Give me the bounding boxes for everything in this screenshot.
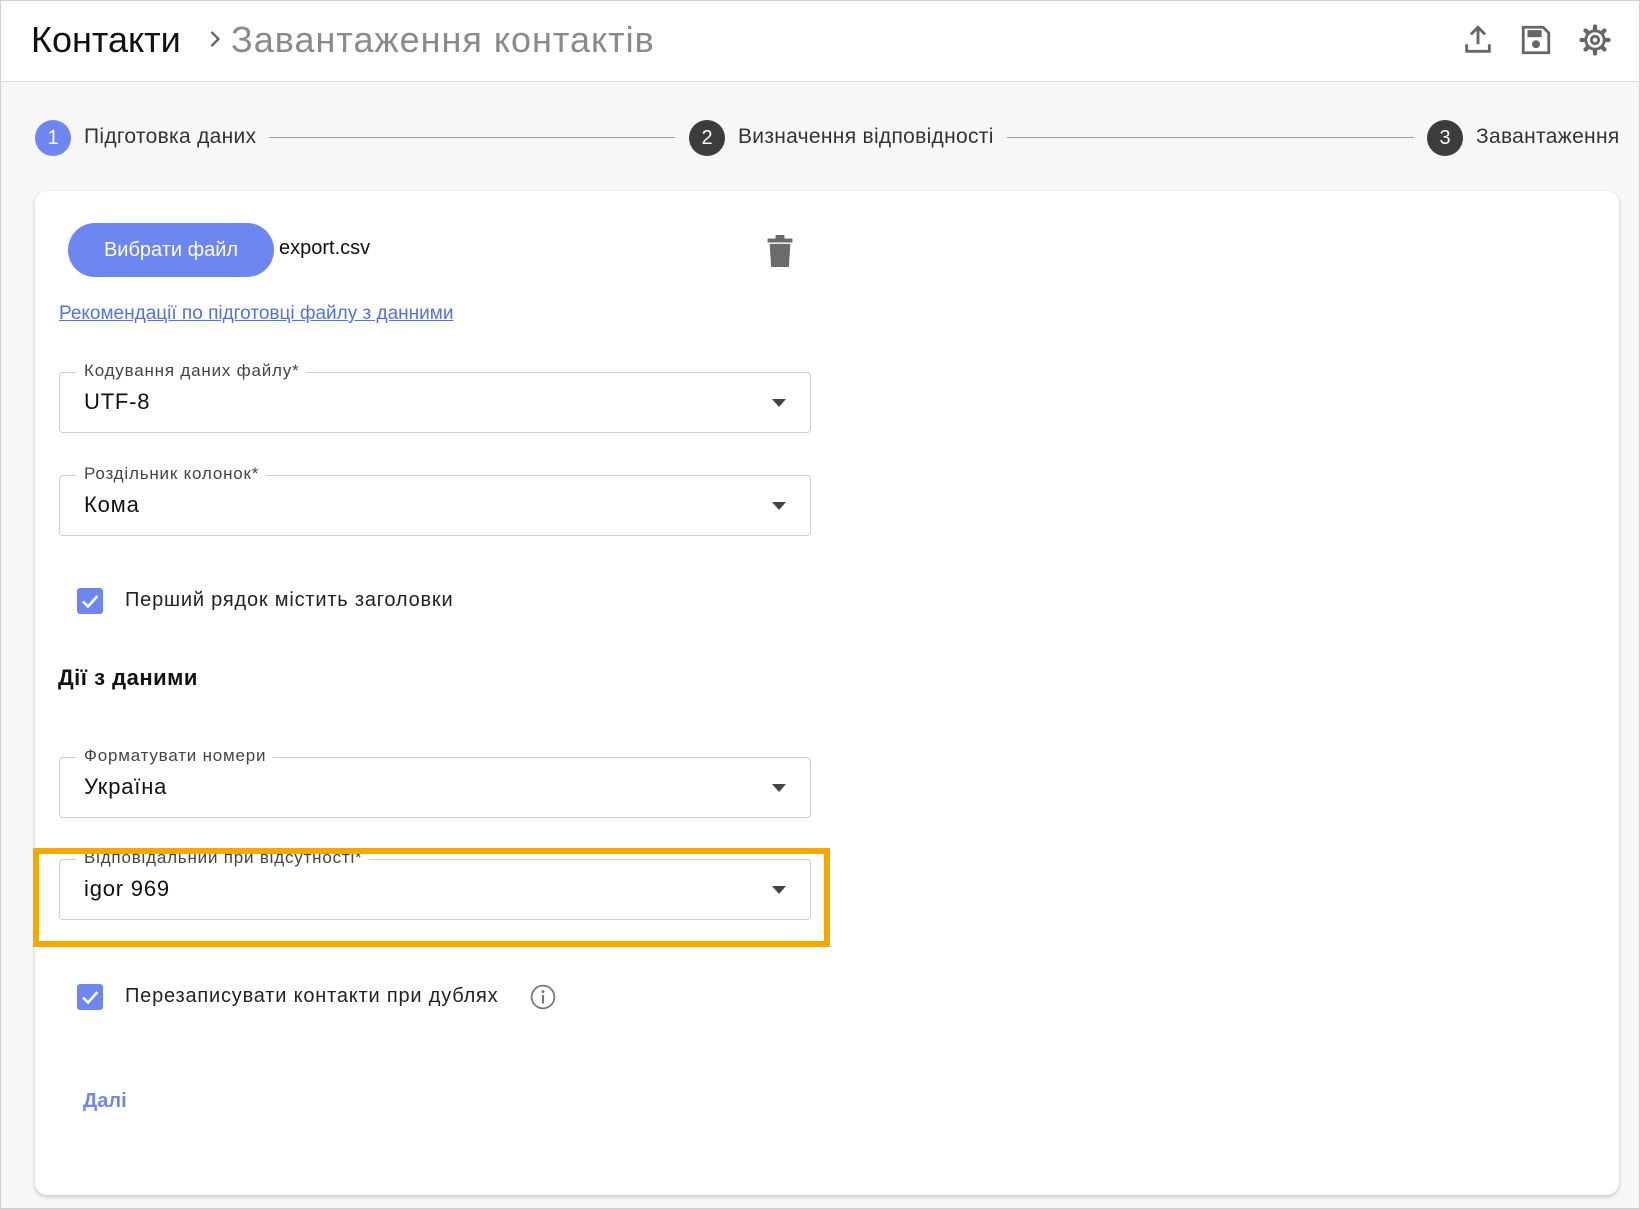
caret-down-icon	[772, 399, 786, 407]
responsible-value: igor 969	[84, 876, 170, 901]
first-row-headers-label: Перший рядок містить заголовки	[125, 589, 454, 611]
delimiter-label: Роздільник колонок*	[77, 464, 267, 484]
encoding-label: Кодування даних файлу*	[77, 361, 307, 381]
step-connector	[1007, 137, 1414, 138]
first-row-headers-checkbox[interactable]	[77, 588, 103, 614]
overwrite-duplicates-label: Перезаписувати контакти при дублях	[125, 985, 499, 1007]
encoding-value: UTF-8	[84, 389, 151, 414]
file-name: export.csv	[279, 237, 371, 259]
page-header: Контакти Завантаження контактів	[1, 1, 1639, 82]
upload-icon[interactable]	[1461, 23, 1495, 57]
breadcrumb-current: Завантаження контактів	[231, 19, 655, 60]
save-icon[interactable]	[1519, 23, 1553, 57]
overwrite-duplicates-checkbox[interactable]	[77, 984, 103, 1010]
responsible-label: Відповідальний при відсутності*	[77, 848, 370, 868]
encoding-select[interactable]: Кодування даних файлу* UTF-8	[59, 361, 811, 433]
app-window: Контакти Завантаження контактів 1 Підгот…	[0, 0, 1640, 1209]
step-1-number[interactable]: 1	[35, 120, 71, 156]
check-icon	[82, 595, 99, 609]
phone-format-label: Форматувати номери	[77, 746, 274, 766]
next-button[interactable]: Далі	[71, 1081, 141, 1121]
trash-icon[interactable]	[767, 235, 793, 267]
recommendations-link[interactable]: Рекомендації по підготовці файлу з данни…	[59, 303, 453, 325]
breadcrumb-root[interactable]: Контакти	[31, 19, 181, 61]
step-3-number[interactable]: 3	[1427, 120, 1463, 156]
phone-format-value: Україна	[84, 774, 168, 799]
caret-down-icon	[772, 502, 786, 510]
delimiter-value: Кома	[84, 492, 140, 517]
section-title: Дії з даними	[58, 665, 198, 690]
check-icon	[82, 991, 99, 1005]
responsible-select[interactable]: Відповідальний при відсутності* igor 969	[59, 848, 811, 920]
caret-down-icon	[772, 784, 786, 792]
choose-file-button[interactable]: Вибрати файл	[68, 223, 274, 277]
step-2-label[interactable]: Визначення відповідності	[738, 125, 994, 149]
step-connector	[269, 137, 675, 138]
info-icon[interactable]	[530, 984, 556, 1010]
step-2-number[interactable]: 2	[689, 120, 725, 156]
step-1-label[interactable]: Підготовка даних	[84, 125, 256, 149]
phone-format-select[interactable]: Форматувати номери Україна	[59, 746, 811, 818]
caret-down-icon	[772, 886, 786, 894]
step-3-label[interactable]: Завантаження	[1476, 125, 1620, 149]
import-settings-card: Вибрати файл export.csv Рекомендації по …	[35, 191, 1619, 1195]
delimiter-select[interactable]: Роздільник колонок* Кома	[59, 464, 811, 536]
gear-icon[interactable]	[1578, 23, 1612, 57]
chevron-right-icon	[210, 31, 221, 47]
